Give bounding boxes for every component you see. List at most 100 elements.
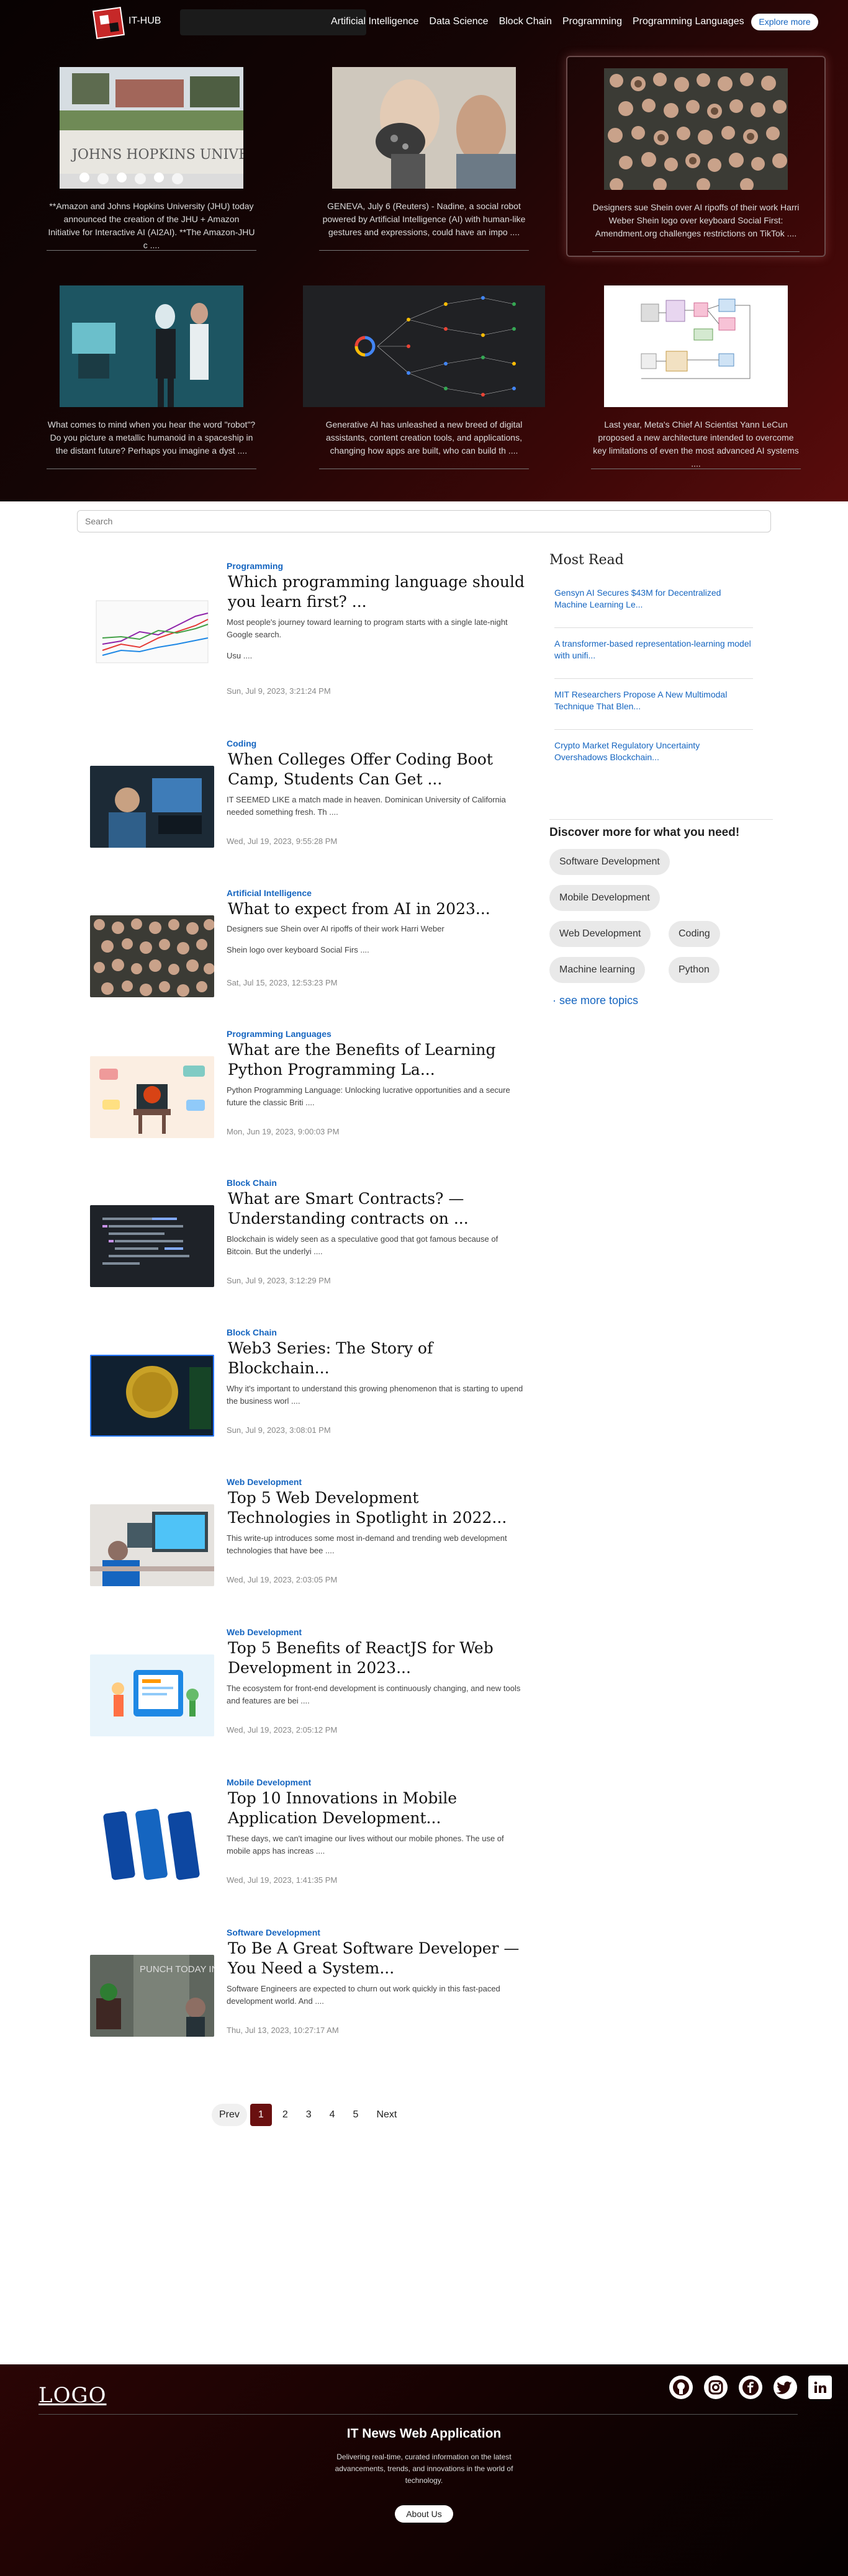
article-card[interactable]: Programming Which programming language s… (90, 561, 526, 696)
article-title[interactable]: Web3 Series: The Story of Blockchain... (228, 1339, 526, 1378)
nav-link-data-science[interactable]: Data Science (429, 16, 488, 27)
topic-tag[interactable]: Mobile Development (549, 885, 660, 911)
article-title[interactable]: To Be A Great Software Developer — You N… (228, 1939, 526, 1978)
hero-card-lecun[interactable]: Last year, Meta's Chief AI Scientist Yan… (566, 274, 826, 475)
see-more-topics-link[interactable]: · see more topics (553, 994, 638, 1007)
page-3-button[interactable]: 3 (298, 2104, 319, 2126)
article-date: Sat, Jul 15, 2023, 12:53:23 PM (227, 978, 338, 987)
article-title[interactable]: When Colleges Offer Coding Boot Camp, St… (228, 750, 526, 789)
nav-link-artificial-intelligence[interactable]: Artificial Intelligence (331, 16, 418, 27)
article-card[interactable]: Programming Languages What are the Benef… (90, 1029, 525, 1141)
hero-card-jhu[interactable]: JOHNS HOPKINS UNIVERSITY **Amazon and Jo… (22, 56, 281, 257)
discover-heading: Discover more for what you need! (549, 819, 773, 840)
brand-name[interactable]: IT-HUB (129, 16, 161, 27)
about-us-button[interactable]: About Us (395, 2505, 453, 2523)
page-5-button[interactable]: 5 (345, 2104, 366, 2126)
article-title[interactable]: What are the Benefits of Learning Python… (228, 1040, 526, 1080)
article-description: Python Programming Language: Unlocking l… (227, 1085, 510, 1107)
most-read-item[interactable]: Gensyn AI Secures $43M for Decentralized… (554, 583, 753, 628)
hero-section: IT-HUB Artificial Intelligence Data Scie… (0, 0, 848, 501)
hero-caption: GENEVA, July 6 (Reuters) - Nadine, a soc… (319, 200, 529, 251)
article-card[interactable]: Coding When Colleges Offer Coding Boot C… (90, 738, 525, 850)
hero-card-robot-word[interactable]: What comes to mind when you hear the wor… (22, 274, 281, 475)
topic-tag[interactable]: Machine learning (549, 957, 645, 983)
page-4-button[interactable]: 4 (322, 2104, 343, 2126)
nav-link-block-chain[interactable]: Block Chain (499, 16, 552, 27)
twitter-icon[interactable] (774, 2376, 797, 2399)
architecture-diagram-image (604, 285, 788, 407)
nav-link-programming-languages[interactable]: Programming Languages (633, 16, 744, 27)
footer-logo[interactable]: LOGO (38, 2383, 107, 2408)
nav-link-programming[interactable]: Programming (562, 16, 622, 27)
article-thumbnail (90, 766, 214, 848)
footer-divider (38, 2414, 798, 2415)
hero-card-generative-ai[interactable]: Generative AI has unleashed a new breed … (294, 274, 554, 475)
article-category[interactable]: Mobile Development (227, 1777, 311, 1787)
prev-page-button[interactable]: Prev (212, 2104, 247, 2126)
most-read-item[interactable]: MIT Researchers Propose A New Multimodal… (554, 685, 753, 730)
article-category[interactable]: Artificial Intelligence (227, 888, 312, 898)
article-title[interactable]: Top 5 Web Development Technologies in Sp… (228, 1488, 526, 1528)
article-card[interactable]: Block Chain Web3 Series: The Story of Bl… (90, 1327, 525, 1439)
topic-tag[interactable]: Web Development (549, 921, 651, 947)
most-read-item[interactable]: A transformer-based representation-learn… (554, 634, 753, 679)
instagram-icon[interactable] (704, 2376, 728, 2399)
hero-card-robot-nadine[interactable]: GENEVA, July 6 (Reuters) - Nadine, a soc… (294, 56, 554, 257)
article-date: Sun, Jul 9, 2023, 3:08:01 PM (227, 1425, 331, 1435)
site-logo-icon[interactable] (92, 7, 125, 39)
facebook-icon[interactable] (739, 2376, 762, 2399)
article-description: Designers sue Shein over AI ripoffs of t… (227, 924, 444, 954)
article-title[interactable]: Top 10 Innovations in Mobile Application… (228, 1788, 526, 1828)
page-1-button[interactable]: 1 (250, 2104, 272, 2126)
topic-tag[interactable]: Software Development (549, 849, 670, 875)
article-thumbnail (90, 1056, 214, 1138)
next-page-button[interactable]: Next (369, 2104, 405, 2126)
article-card[interactable]: Mobile Development Top 10 Innovations in… (90, 1777, 525, 1889)
article-thumbnail (90, 1805, 214, 1887)
crowd-faces-image (604, 68, 788, 190)
article-category[interactable]: Programming (227, 561, 283, 571)
article-title[interactable]: What are Smart Contracts? — Understandin… (228, 1189, 526, 1229)
robot-head-image (332, 67, 516, 189)
article-thumbnail (90, 1355, 214, 1437)
article-card[interactable]: Web Development Top 5 Web Development Te… (90, 1477, 525, 1589)
article-category[interactable]: Software Development (227, 1928, 320, 1937)
topic-tag[interactable]: Python (669, 957, 719, 983)
search-input[interactable] (77, 510, 771, 532)
article-card[interactable]: Artificial Intelligence What to expect f… (90, 888, 525, 1000)
article-title[interactable]: What to expect from AI in 2023... (228, 899, 526, 919)
article-card[interactable]: Block Chain What are Smart Contracts? — … (90, 1178, 525, 1290)
article-date: Sun, Jul 9, 2023, 3:12:29 PM (227, 1276, 331, 1285)
article-category[interactable]: Coding (227, 738, 256, 748)
article-category[interactable]: Web Development (227, 1477, 302, 1487)
most-read-item[interactable]: Crypto Market Regulatory Uncertainty Ove… (554, 736, 753, 781)
hero-card-shein[interactable]: Designers sue Shein over AI ripoffs of t… (566, 56, 826, 257)
social-icons (669, 2376, 832, 2399)
article-thumbnail (90, 1205, 214, 1287)
linkedin-icon[interactable] (808, 2376, 832, 2399)
article-description: This write-up introduces some most in-de… (227, 1533, 507, 1555)
article-title[interactable]: Top 5 Benefits of ReactJS for Web Develo… (228, 1638, 526, 1678)
article-description: Why it's important to understand this gr… (227, 1384, 523, 1406)
article-title[interactable]: Which programming language should you le… (228, 572, 526, 612)
page-2-button[interactable]: 2 (274, 2104, 295, 2126)
article-description: These days, we can't imagine our lives w… (227, 1834, 504, 1856)
github-icon[interactable] (669, 2376, 693, 2399)
article-description: The ecosystem for front-end development … (227, 1684, 521, 1705)
hero-caption: Designers sue Shein over AI ripoffs of t… (592, 201, 800, 252)
article-date: Mon, Jun 19, 2023, 9:00:03 PM (227, 1127, 340, 1136)
article-thumbnail: PUNCH TODAY IN THE FACE (90, 1955, 214, 2037)
svg-text:JOHNS HOPKINS UNIVERSITY: JOHNS HOPKINS UNIVERSITY (71, 147, 243, 163)
article-card[interactable]: PUNCH TODAY IN THE FACE Software Develop… (90, 1928, 525, 2039)
topic-tag[interactable]: Coding (669, 921, 720, 947)
article-category[interactable]: Block Chain (227, 1178, 277, 1188)
jhu-campus-image: JOHNS HOPKINS UNIVERSITY (60, 67, 243, 189)
article-category[interactable]: Block Chain (227, 1327, 277, 1337)
article-category[interactable]: Programming Languages (227, 1029, 332, 1039)
article-category[interactable]: Web Development (227, 1627, 302, 1637)
article-card[interactable]: Web Development Top 5 Benefits of ReactJ… (90, 1627, 525, 1739)
explore-more-button[interactable]: Explore more (751, 14, 818, 30)
footer: LOGO IT News Web Application Delivering … (0, 2364, 848, 2576)
article-description: IT SEEMED LIKE a match made in heaven. D… (227, 795, 506, 817)
article-date: Thu, Jul 13, 2023, 10:27:17 AM (227, 2026, 339, 2035)
